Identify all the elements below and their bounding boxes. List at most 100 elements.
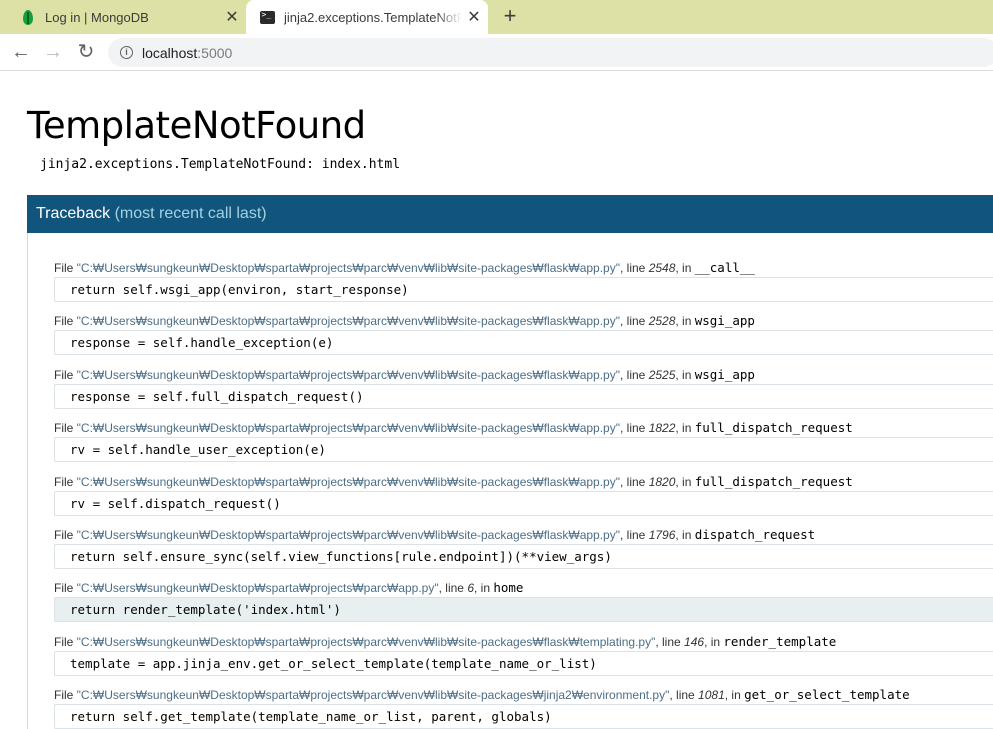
frame-in-label: , in [675,261,695,275]
frame-in-label: , in [675,421,695,436]
frame-file-prefix: File [54,581,77,596]
frame-source-line[interactable]: return self.wsgi_app(environ, start_resp… [54,277,993,302]
tab-mongodb-login[interactable]: Log in | MongoDB ✕ [0,0,246,34]
traceback-frame[interactable]: File "C:₩Users₩sungkeun₩Desktop₩sparta₩p… [54,366,993,419]
tab-title: jinja2.exceptions.TemplateNotFound: inde… [284,9,462,25]
frame-location: File "C:₩Users₩sungkeun₩Desktop₩sparta₩p… [54,259,993,277]
traceback-frame[interactable]: File "C:₩Users₩sungkeun₩Desktop₩sparta₩p… [54,419,993,472]
frame-line-label: , line [620,421,649,436]
frame-file-prefix: File [54,367,77,382]
tab-strip: Log in | MongoDB ✕ jinja2.exceptions.Tem… [0,0,993,34]
traceback-frame[interactable]: File "C:₩Users₩sungkeun₩Desktop₩sparta₩p… [54,312,993,365]
close-tab-icon[interactable]: ✕ [462,7,486,27]
frame-function: full_dispatch_request [694,420,853,436]
frame-in-label: , in [675,314,695,329]
debugger-page: TemplateNotFound jinja2.exceptions.Templ… [0,72,993,729]
frame-function: __call__ [694,260,755,275]
frame-function: wsgi_app [694,313,755,329]
frame-line-label: , line [620,367,649,382]
frame-location: File "C:₩Users₩sungkeun₩Desktop₩sparta₩p… [54,312,993,330]
frame-file-prefix: File [54,474,77,489]
frame-line-number: 1796 [648,527,676,542]
url-port: :5000 [197,44,233,61]
frame-location: File "C:₩Users₩sungkeun₩Desktop₩sparta₩p… [54,633,993,651]
frame-line-label: , line [655,634,685,649]
tab-template-not-found[interactable]: jinja2.exceptions.TemplateNotFound: inde… [246,0,488,34]
frame-filename: "C:₩Users₩sungkeun₩Desktop₩sparta₩projec… [76,367,620,382]
frame-filename: "C:₩Users₩sungkeun₩Desktop₩sparta₩projec… [76,314,620,329]
address-bar[interactable]: i localhost:5000 [108,38,993,67]
frame-file-prefix: File [54,688,77,703]
frame-file-prefix: File [54,527,77,542]
frame-filename: "C:₩Users₩sungkeun₩Desktop₩sparta₩projec… [76,261,620,275]
forward-button[interactable]: → [41,40,65,64]
frame-filename: "C:₩Users₩sungkeun₩Desktop₩sparta₩projec… [76,581,439,596]
frame-source-line[interactable]: response = self.full_dispatch_request() [54,383,993,409]
frame-file-prefix: File [54,261,77,275]
mongodb-leaf-icon [20,9,36,25]
frame-filename: "C:₩Users₩sungkeun₩Desktop₩sparta₩projec… [76,688,670,703]
frame-line-number: 1820 [648,474,676,489]
traceback-frame[interactable]: File "C:₩Users₩sungkeun₩Desktop₩sparta₩p… [54,473,993,526]
traceback-header[interactable]: Traceback (most recent call last) [27,195,993,233]
frame-in-label: , in [474,581,494,596]
terminal-icon [259,9,275,25]
frame-filename: "C:₩Users₩sungkeun₩Desktop₩sparta₩projec… [76,634,656,649]
frame-location: File "C:₩Users₩sungkeun₩Desktop₩sparta₩p… [54,579,993,597]
page-title: TemplateNotFound [27,104,366,147]
frame-source-line[interactable]: rv = self.dispatch_request() [54,490,993,516]
frame-location: File "C:₩Users₩sungkeun₩Desktop₩sparta₩p… [54,686,993,704]
frame-line-number: 1081 [698,688,725,703]
back-button[interactable]: ← [9,40,33,64]
frame-in-label: , in [675,474,695,489]
frame-source-line[interactable]: rv = self.handle_user_exception(e) [54,437,993,463]
frame-line-label: , line [620,314,649,329]
traceback-frame[interactable]: File "C:₩Users₩sungkeun₩Desktop₩sparta₩p… [54,259,993,312]
frame-in-label: , in [675,367,695,382]
frame-line-number: 2548 [648,261,676,275]
traceback-frame[interactable]: File "C:₩Users₩sungkeun₩Desktop₩sparta₩p… [54,526,993,579]
frame-function: render_template [723,633,837,649]
frame-filename: "C:₩Users₩sungkeun₩Desktop₩sparta₩projec… [76,527,620,542]
frame-line-label: , line [620,474,649,489]
frame-function: dispatch_request [694,526,816,542]
error-message: jinja2.exceptions.TemplateNotFound: inde… [40,157,401,172]
frame-source-line[interactable]: return render_template('index.html') [54,597,993,623]
frame-file-prefix: File [54,314,77,329]
reload-button[interactable]: ↻ [74,40,98,64]
frame-line-number: 2528 [648,314,676,329]
frame-line-label: , line [438,581,468,596]
frame-line-label: , line [669,688,699,703]
frame-in-label: , in [724,688,745,703]
url-host: localhost [142,44,198,61]
frame-function: get_or_select_template [744,687,910,703]
frame-line-number: 146 [684,634,705,649]
site-info-icon[interactable]: i [120,46,133,59]
frame-function: full_dispatch_request [694,473,853,489]
frame-source-line[interactable]: template = app.jinja_env.get_or_select_t… [54,650,993,676]
frame-in-label: , in [704,634,724,649]
frame-location: File "C:₩Users₩sungkeun₩Desktop₩sparta₩p… [54,473,993,491]
frame-source-line[interactable]: return self.ensure_sync(self.view_functi… [54,543,993,569]
frame-file-prefix: File [54,634,77,649]
close-tab-icon[interactable]: ✕ [220,7,244,27]
frame-line-number: 6 [467,581,474,596]
traceback-frame[interactable]: File "C:₩Users₩sungkeun₩Desktop₩sparta₩p… [54,579,993,632]
traceback-frame[interactable]: File "C:₩Users₩sungkeun₩Desktop₩sparta₩p… [54,633,993,686]
frame-filename: "C:₩Users₩sungkeun₩Desktop₩sparta₩projec… [76,474,620,489]
new-tab-button[interactable]: + [498,5,522,29]
frame-function: home [493,580,524,596]
frame-function: wsgi_app [694,366,755,382]
frame-source-line[interactable]: response = self.handle_exception(e) [54,330,993,356]
frame-source-line[interactable]: return self.get_template(template_name_o… [54,704,993,729]
frame-file-prefix: File [54,421,77,436]
frame-filename: "C:₩Users₩sungkeun₩Desktop₩sparta₩projec… [76,421,620,436]
frame-location: File "C:₩Users₩sungkeun₩Desktop₩sparta₩p… [54,366,993,384]
traceback-body: File "C:₩Users₩sungkeun₩Desktop₩sparta₩p… [27,233,993,729]
traceback-frames: File "C:₩Users₩sungkeun₩Desktop₩sparta₩p… [54,259,993,729]
traceback-frame[interactable]: File "C:₩Users₩sungkeun₩Desktop₩sparta₩p… [54,686,993,729]
frame-line-number: 1822 [648,421,676,436]
frame-line-label: , line [620,527,649,542]
frame-in-label: , in [675,527,695,542]
traceback-subheading: (most recent call last) [114,205,267,222]
